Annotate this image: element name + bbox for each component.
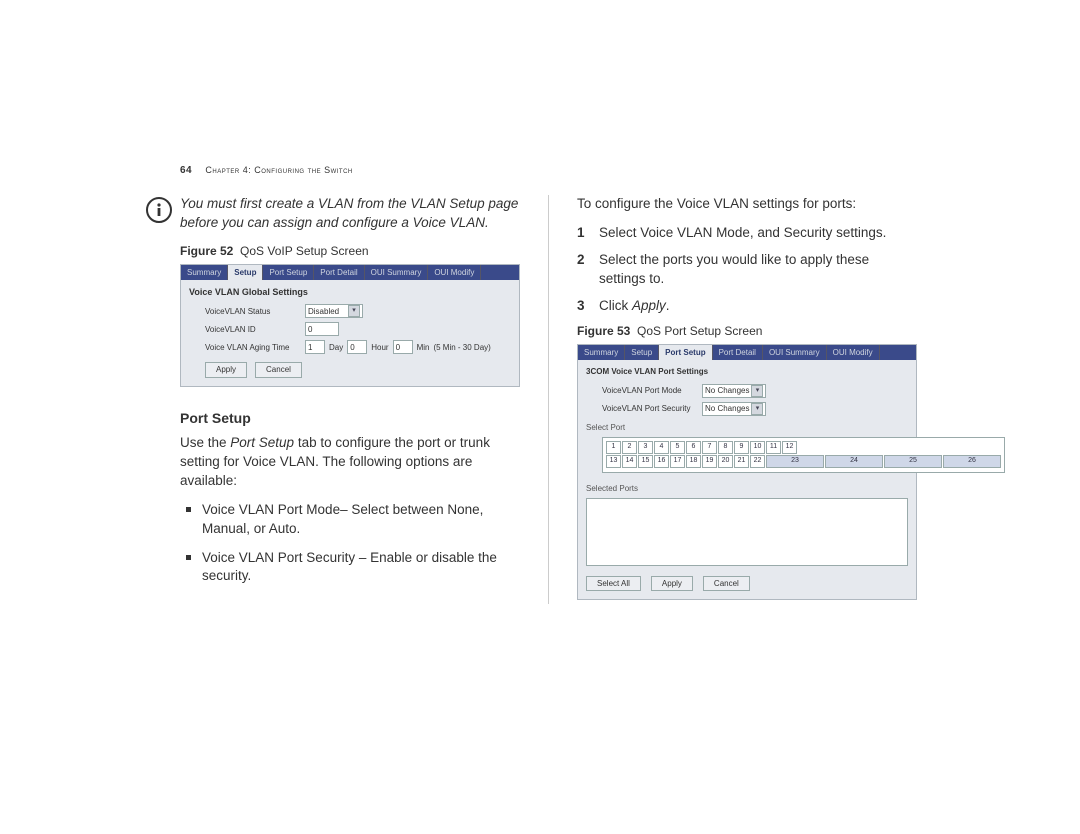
fig52-min-unit: Min [417,342,430,353]
chapter-label: Chapter 4: Configuring the Switch [205,165,352,175]
port-cell[interactable]: 15 [638,455,653,468]
port-cell[interactable]: 26 [943,455,1001,468]
step-num-1: 1 [577,224,591,243]
bullet-port-mode: Voice VLAN Port Mode– Select between Non… [194,501,520,539]
fig53-tab-ouimod[interactable]: OUI Modify [827,345,880,360]
fig52-tab-portdetail[interactable]: Port Detail [314,265,364,280]
right-column: To configure the Voice VLAN settings for… [577,195,917,604]
figure53-title: QoS Port Setup Screen [637,324,762,338]
fig53-security-label: VoiceVLAN Port Security [602,403,698,414]
port-cell[interactable]: 10 [750,441,765,454]
port-cell[interactable]: 24 [825,455,883,468]
chevron-down-icon: ▾ [348,305,360,317]
port-cell[interactable]: 19 [702,455,717,468]
chevron-down-icon: ▾ [751,403,763,415]
port-cell[interactable]: 18 [686,455,701,468]
fig52-status-select[interactable]: Disabled▾ [305,304,363,318]
fig53-tab-summary[interactable]: Summary [578,345,625,360]
port-cell[interactable]: 25 [884,455,942,468]
figure53-caption: Figure 53 QoS Port Setup Screen [577,323,917,340]
fig52-status-label: VoiceVLAN Status [205,306,301,317]
fig52-aging-label: Voice VLAN Aging Time [205,342,301,353]
fig52-tab-summary[interactable]: Summary [181,265,228,280]
port-cell[interactable]: 1 [606,441,621,454]
port-cell[interactable]: 21 [734,455,749,468]
port-cell[interactable]: 20 [718,455,733,468]
fig53-tabs: Summary Setup Port Setup Port Detail OUI… [578,345,916,360]
fig53-mode-select[interactable]: No Changes▾ [702,384,766,398]
fig53-ports-grid: 123456789101112 131415161718192021222324… [602,437,1005,473]
fig53-tab-ouisum[interactable]: OUI Summary [763,345,827,360]
figure52-label: Figure 52 [180,244,233,258]
step-num-2: 2 [577,251,591,289]
fig52-tabs: Summary Setup Port Setup Port Detail OUI… [181,265,519,280]
fig52-aging-range: (5 Min - 30 Day) [433,342,490,353]
fig53-selectport-label: Select Port [578,418,916,435]
step-3-text: Click Apply. [599,297,670,316]
fig52-tab-setup[interactable]: Setup [228,265,263,280]
fig52-hour-unit: Hour [371,342,388,353]
fig53-tab-portdetail[interactable]: Port Detail [713,345,763,360]
port-cell[interactable]: 12 [782,441,797,454]
step-num-3: 3 [577,297,591,316]
fig52-panel-title: Voice VLAN Global Settings [181,280,519,303]
port-cell[interactable]: 8 [718,441,733,454]
fig53-apply-button[interactable]: Apply [651,576,693,591]
port-cell[interactable]: 3 [638,441,653,454]
port-cell[interactable]: 5 [670,441,685,454]
fig53-cancel-button[interactable]: Cancel [703,576,750,591]
port-cell[interactable]: 11 [766,441,781,454]
port-cell[interactable]: 16 [654,455,669,468]
step-2-text: Select the ports you would like to apply… [599,251,917,289]
port-setup-heading: Port Setup [180,409,520,429]
intro-para: To configure the Voice VLAN settings for… [577,195,917,214]
port-cell[interactable]: 6 [686,441,701,454]
port-cell[interactable]: 9 [734,441,749,454]
fig52-apply-button[interactable]: Apply [205,362,247,377]
fig52-cancel-button[interactable]: Cancel [255,362,302,377]
fig52-aging-min-input[interactable]: 0 [393,340,413,354]
port-cell[interactable]: 23 [766,455,824,468]
fig52-tab-ouisum[interactable]: OUI Summary [365,265,429,280]
note-text: You must first create a VLAN from the VL… [180,195,520,233]
fig53-tab-portsetup[interactable]: Port Setup [659,345,712,360]
fig52-tab-ouimod[interactable]: OUI Modify [428,265,481,280]
chevron-down-icon: ▾ [751,385,763,397]
fig52-tab-portsetup[interactable]: Port Setup [263,265,314,280]
fig52-aging-day-input[interactable]: 1 [305,340,325,354]
fig52-id-label: VoiceVLAN ID [205,324,301,335]
fig53-panel-title: 3COM Voice VLAN Port Settings [578,360,916,381]
fig52-day-unit: Day [329,342,343,353]
page-header: 64 Chapter 4: Configuring the Switch [180,165,353,176]
fig52-id-input[interactable]: 0 [305,322,339,336]
figure52-screenshot: Summary Setup Port Setup Port Detail OUI… [180,264,520,387]
fig53-mode-label: VoiceVLAN Port Mode [602,385,698,396]
port-cell[interactable]: 2 [622,441,637,454]
fig53-security-select[interactable]: No Changes▾ [702,402,766,416]
figure52-caption: Figure 52 QoS VoIP Setup Screen [180,243,520,260]
port-cell[interactable]: 13 [606,455,621,468]
port-cell[interactable]: 22 [750,455,765,468]
column-divider [548,195,549,604]
info-icon [146,197,172,223]
page-number: 64 [180,165,192,176]
port-cell[interactable]: 17 [670,455,685,468]
bullet-port-security: Voice VLAN Port Security – Enable or dis… [194,549,520,587]
figure52-title: QoS VoIP Setup Screen [240,244,369,258]
figure53-label: Figure 53 [577,324,630,338]
fig53-selectall-button[interactable]: Select All [586,576,641,591]
left-column: You must first create a VLAN from the VL… [180,195,520,604]
port-setup-para: Use the Port Setup tab to configure the … [180,434,520,491]
port-cell[interactable]: 7 [702,441,717,454]
fig53-tab-setup[interactable]: Setup [625,345,659,360]
port-cell[interactable]: 4 [654,441,669,454]
fig53-selectedports-list[interactable] [586,498,908,566]
figure53-screenshot: Summary Setup Port Setup Port Detail OUI… [577,344,917,600]
fig52-aging-hour-input[interactable]: 0 [347,340,367,354]
port-cell[interactable]: 14 [622,455,637,468]
step-1-text: Select Voice VLAN Mode, and Security set… [599,224,886,243]
fig53-selectedports-label: Selected Ports [578,479,916,496]
